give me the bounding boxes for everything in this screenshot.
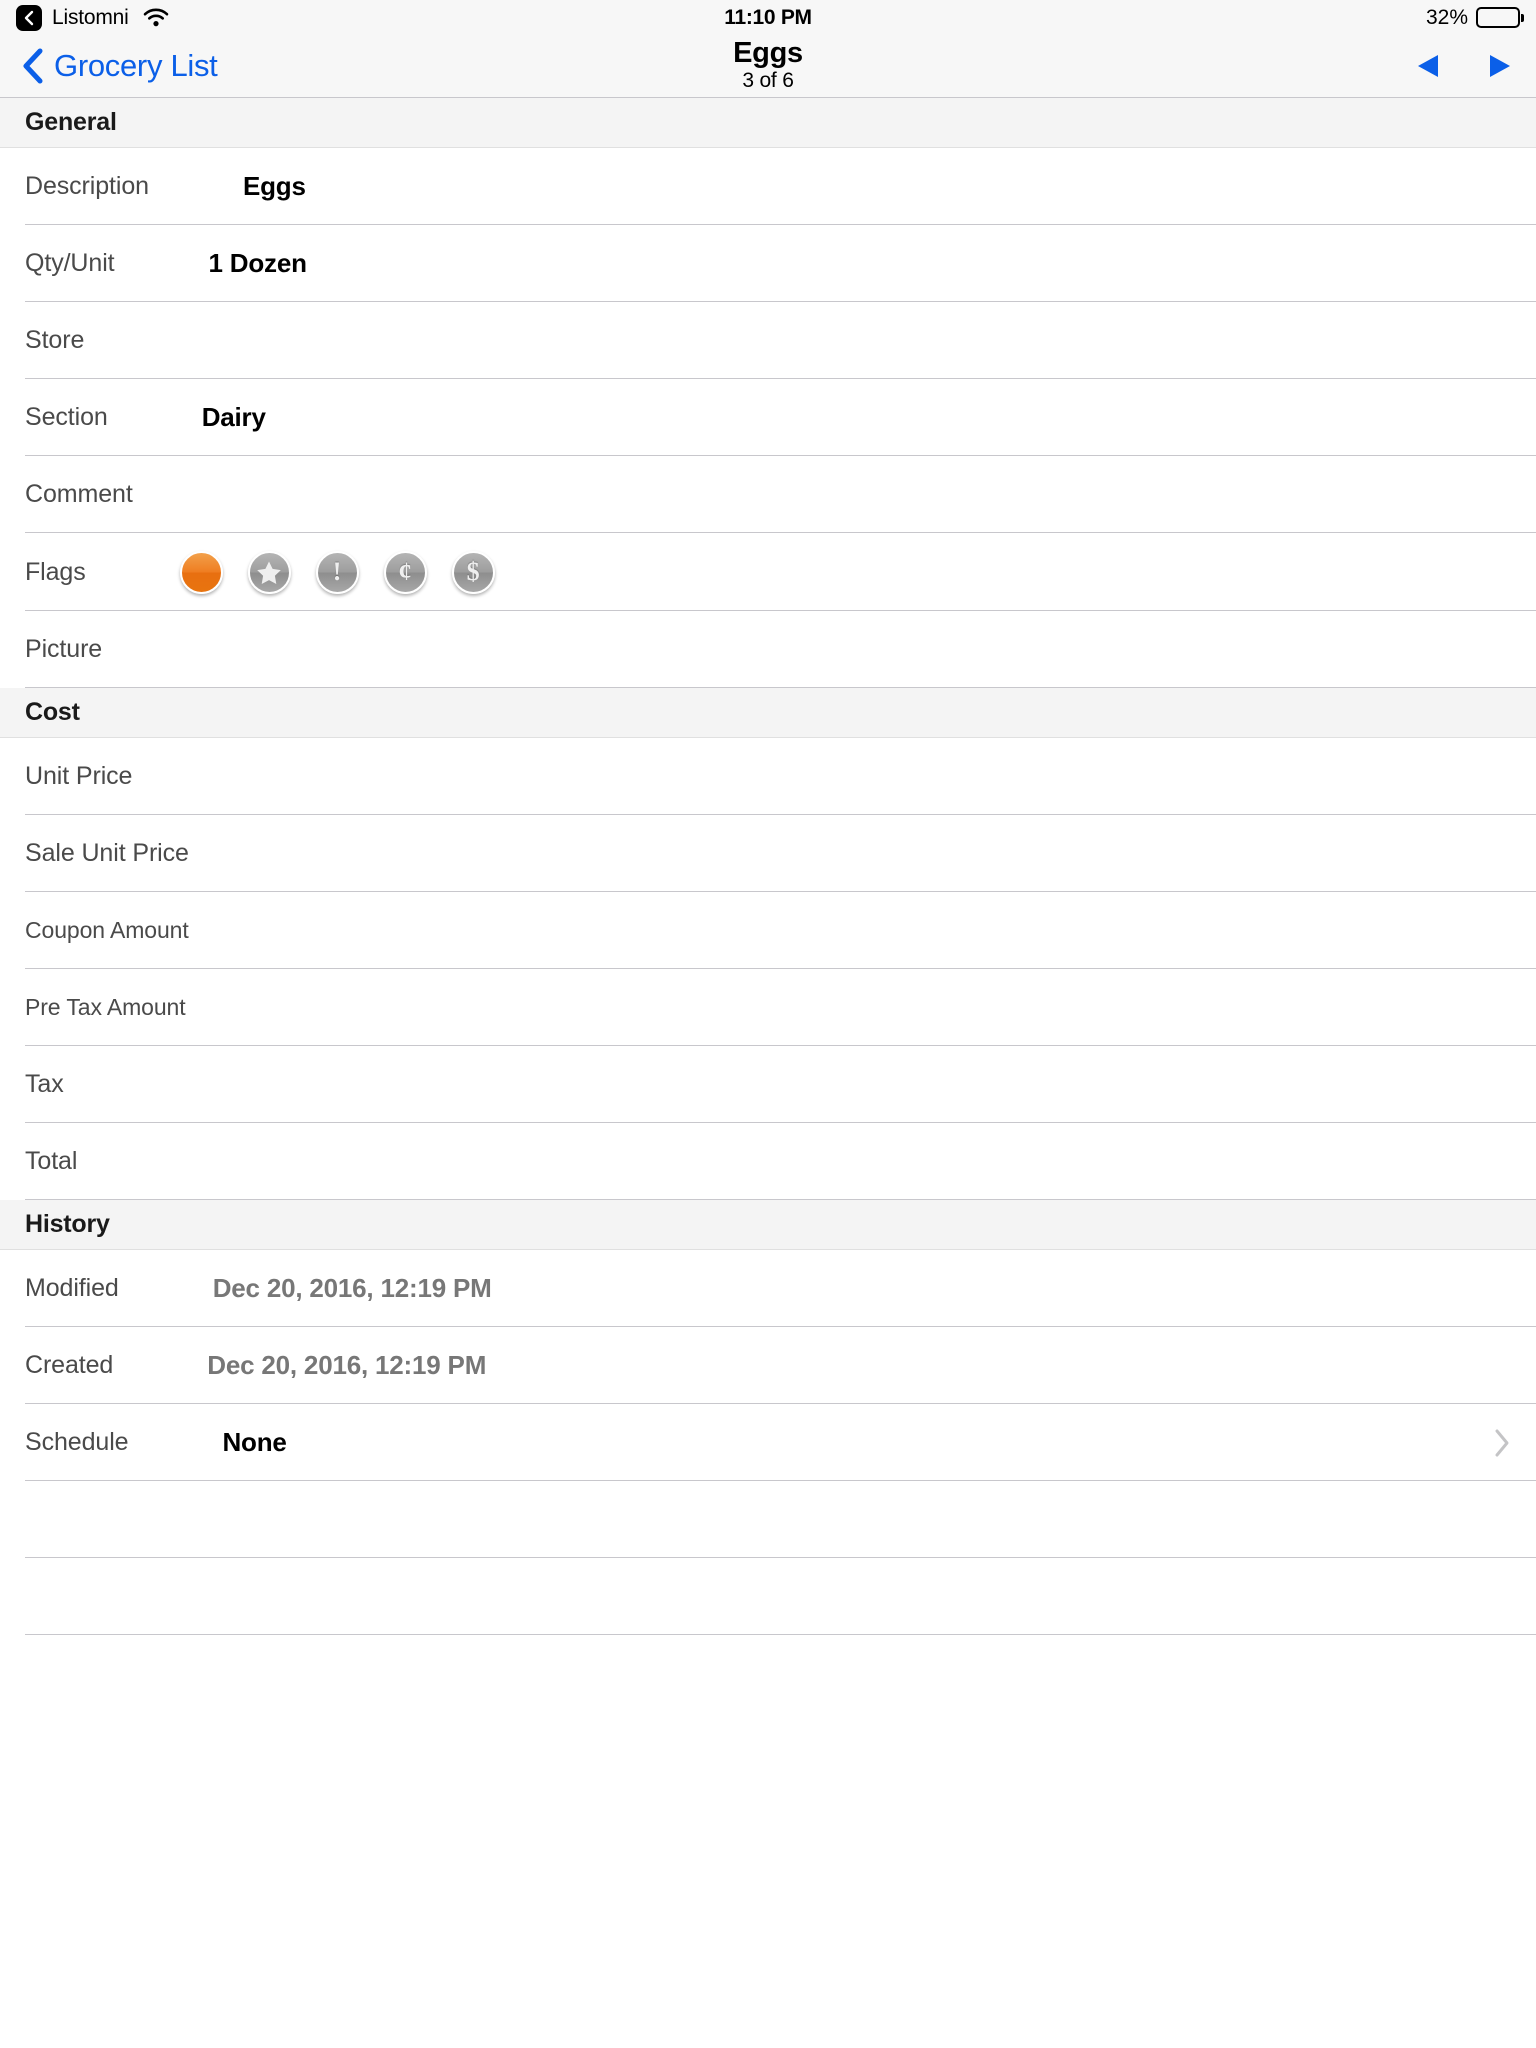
wifi-icon bbox=[143, 8, 169, 27]
form-row-pre-tax-amount[interactable]: Pre Tax Amount bbox=[0, 969, 1536, 1046]
circle-icon[interactable] bbox=[179, 550, 223, 594]
star-icon[interactable] bbox=[247, 550, 291, 594]
exclamation-icon[interactable]: ! bbox=[315, 550, 359, 594]
back-button[interactable]: Grocery List bbox=[22, 48, 218, 84]
row-label-total: Total bbox=[25, 1147, 78, 1175]
form-row-comment[interactable]: Comment bbox=[0, 456, 1536, 533]
triangle-left-icon[interactable] bbox=[1414, 51, 1444, 81]
form-row-unit-price[interactable]: Unit Price bbox=[0, 738, 1536, 815]
back-chevron-icon[interactable] bbox=[16, 4, 42, 31]
battery-icon bbox=[1476, 7, 1520, 28]
form-row-total[interactable]: Total bbox=[0, 1123, 1536, 1200]
back-button-label: Grocery List bbox=[54, 48, 218, 83]
row-label-schedule: Schedule bbox=[25, 1428, 129, 1456]
section-header-cost: Cost bbox=[0, 688, 1536, 738]
cent-icon[interactable]: ¢ bbox=[383, 550, 427, 594]
form-row-schedule[interactable]: Schedule None bbox=[0, 1404, 1536, 1481]
row-label-tax: Tax bbox=[25, 1070, 64, 1098]
form-row-description[interactable]: Description Eggs bbox=[0, 148, 1536, 225]
page-subtitle: 3 of 6 bbox=[742, 69, 794, 93]
status-bar-clock: 11:10 PM bbox=[724, 5, 812, 29]
chevron-right-icon[interactable] bbox=[1493, 1428, 1511, 1458]
form-row-modified[interactable]: Modified Dec 20, 2016, 12:19 PM bbox=[0, 1250, 1536, 1327]
row-label-flags: Flags bbox=[25, 557, 86, 586]
flags-group: ! ¢ $ bbox=[179, 550, 495, 594]
triangle-right-icon[interactable] bbox=[1484, 51, 1514, 81]
form-row-picture[interactable]: Picture bbox=[0, 611, 1536, 688]
form-row-blank bbox=[0, 1558, 1536, 1635]
chevron-left-icon bbox=[22, 48, 44, 84]
battery-percent-label: 32% bbox=[1425, 5, 1468, 29]
navigation-title-group: Eggs 3 of 6 bbox=[0, 36, 1536, 95]
form-row-sale-unit-price[interactable]: Sale Unit Price bbox=[0, 815, 1536, 892]
status-bar: Listomni 11:10 PM 32% bbox=[0, 0, 1536, 35]
dollar-icon[interactable]: $ bbox=[451, 550, 495, 594]
row-label-unit-price: Unit Price bbox=[25, 762, 133, 790]
row-value-section: Dairy bbox=[201, 402, 266, 432]
form-row-store[interactable]: Store bbox=[0, 302, 1536, 379]
form-row-qty-unit[interactable]: Qty/Unit 1 Dozen bbox=[0, 225, 1536, 302]
status-bar-left: Listomni bbox=[16, 4, 169, 31]
flag-glyph: ¢ bbox=[398, 557, 412, 586]
flag-glyph: ! bbox=[332, 557, 342, 586]
form-row-coupon-amount[interactable]: Coupon Amount bbox=[0, 892, 1536, 969]
form-row-tax[interactable]: Tax bbox=[0, 1046, 1536, 1123]
row-label-coupon-amount: Coupon Amount bbox=[25, 917, 189, 943]
row-label-qty-unit: Qty/Unit bbox=[25, 249, 115, 277]
form-content: General Description Eggs Qty/Unit 1 Dozen Sto… bbox=[0, 98, 1536, 1635]
row-label-section: Section bbox=[25, 403, 108, 431]
navigation-bar: Grocery List Eggs 3 of 6 bbox=[0, 35, 1536, 98]
row-label-picture: Picture bbox=[25, 635, 103, 663]
section-header-history: History bbox=[0, 1200, 1536, 1250]
row-label-description: Description bbox=[25, 172, 149, 200]
row-label-sale-unit-price: Sale Unit Price bbox=[25, 839, 189, 867]
row-value-description: Eggs bbox=[242, 171, 306, 201]
form-row-blank bbox=[0, 1481, 1536, 1558]
flag-glyph: $ bbox=[466, 557, 480, 586]
form-row-flags[interactable]: Flags! ¢ $ bbox=[0, 533, 1536, 611]
page-title: Eggs bbox=[733, 36, 803, 69]
row-label-pre-tax-amount: Pre Tax Amount bbox=[25, 994, 186, 1020]
row-label-modified: Modified bbox=[25, 1274, 119, 1302]
row-value-modified: Dec 20, 2016, 12:19 PM bbox=[212, 1273, 492, 1303]
row-label-store: Store bbox=[25, 326, 85, 354]
row-value-qty-unit: 1 Dozen bbox=[208, 248, 307, 278]
form-row-section[interactable]: Section Dairy bbox=[0, 379, 1536, 456]
section-header-general: General bbox=[0, 98, 1536, 148]
navigation-arrows bbox=[1414, 51, 1514, 81]
form-row-created[interactable]: Created Dec 20, 2016, 12:19 PM bbox=[0, 1327, 1536, 1404]
status-bar-right: 32% bbox=[1426, 6, 1520, 30]
row-label-comment: Comment bbox=[25, 480, 133, 508]
row-label-created: Created bbox=[25, 1351, 114, 1379]
row-value-created: Dec 20, 2016, 12:19 PM bbox=[207, 1350, 487, 1380]
status-app-name[interactable]: Listomni bbox=[52, 6, 129, 30]
row-value-schedule: None bbox=[222, 1427, 287, 1457]
